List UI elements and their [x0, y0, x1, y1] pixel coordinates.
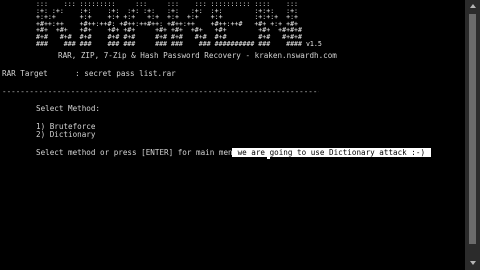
method-prompt: Select method or press [ENTER] for main …	[36, 148, 242, 157]
text-cursor-icon	[267, 151, 270, 159]
divider-line: ----------------------------------------…	[2, 87, 319, 96]
kraken-ascii-banner: ::: ::: ::::::::: ::: ::: ::: ::::::::::…	[36, 0, 322, 48]
terminal-window[interactable]: ::: ::: ::::::::: ::: ::: ::: ::::::::::…	[0, 0, 480, 270]
banner-subtitle: RAR, ZIP, 7-Zip & Hash Password Recovery…	[58, 51, 337, 60]
vertical-scrollbar[interactable]	[465, 0, 480, 270]
method-input-field[interactable]: we are going to use Dictionary attack :-…	[232, 148, 431, 157]
scroll-up-arrow-icon[interactable]	[470, 4, 476, 8]
select-method-heading: Select Method:	[36, 104, 101, 113]
scroll-down-arrow-icon[interactable]	[470, 261, 476, 265]
scrollbar-thumb[interactable]	[469, 14, 476, 244]
rar-target-line: RAR Target : secret pass list.rar	[2, 69, 176, 78]
menu-option-dictionary: 2) Dictionary	[36, 130, 96, 139]
